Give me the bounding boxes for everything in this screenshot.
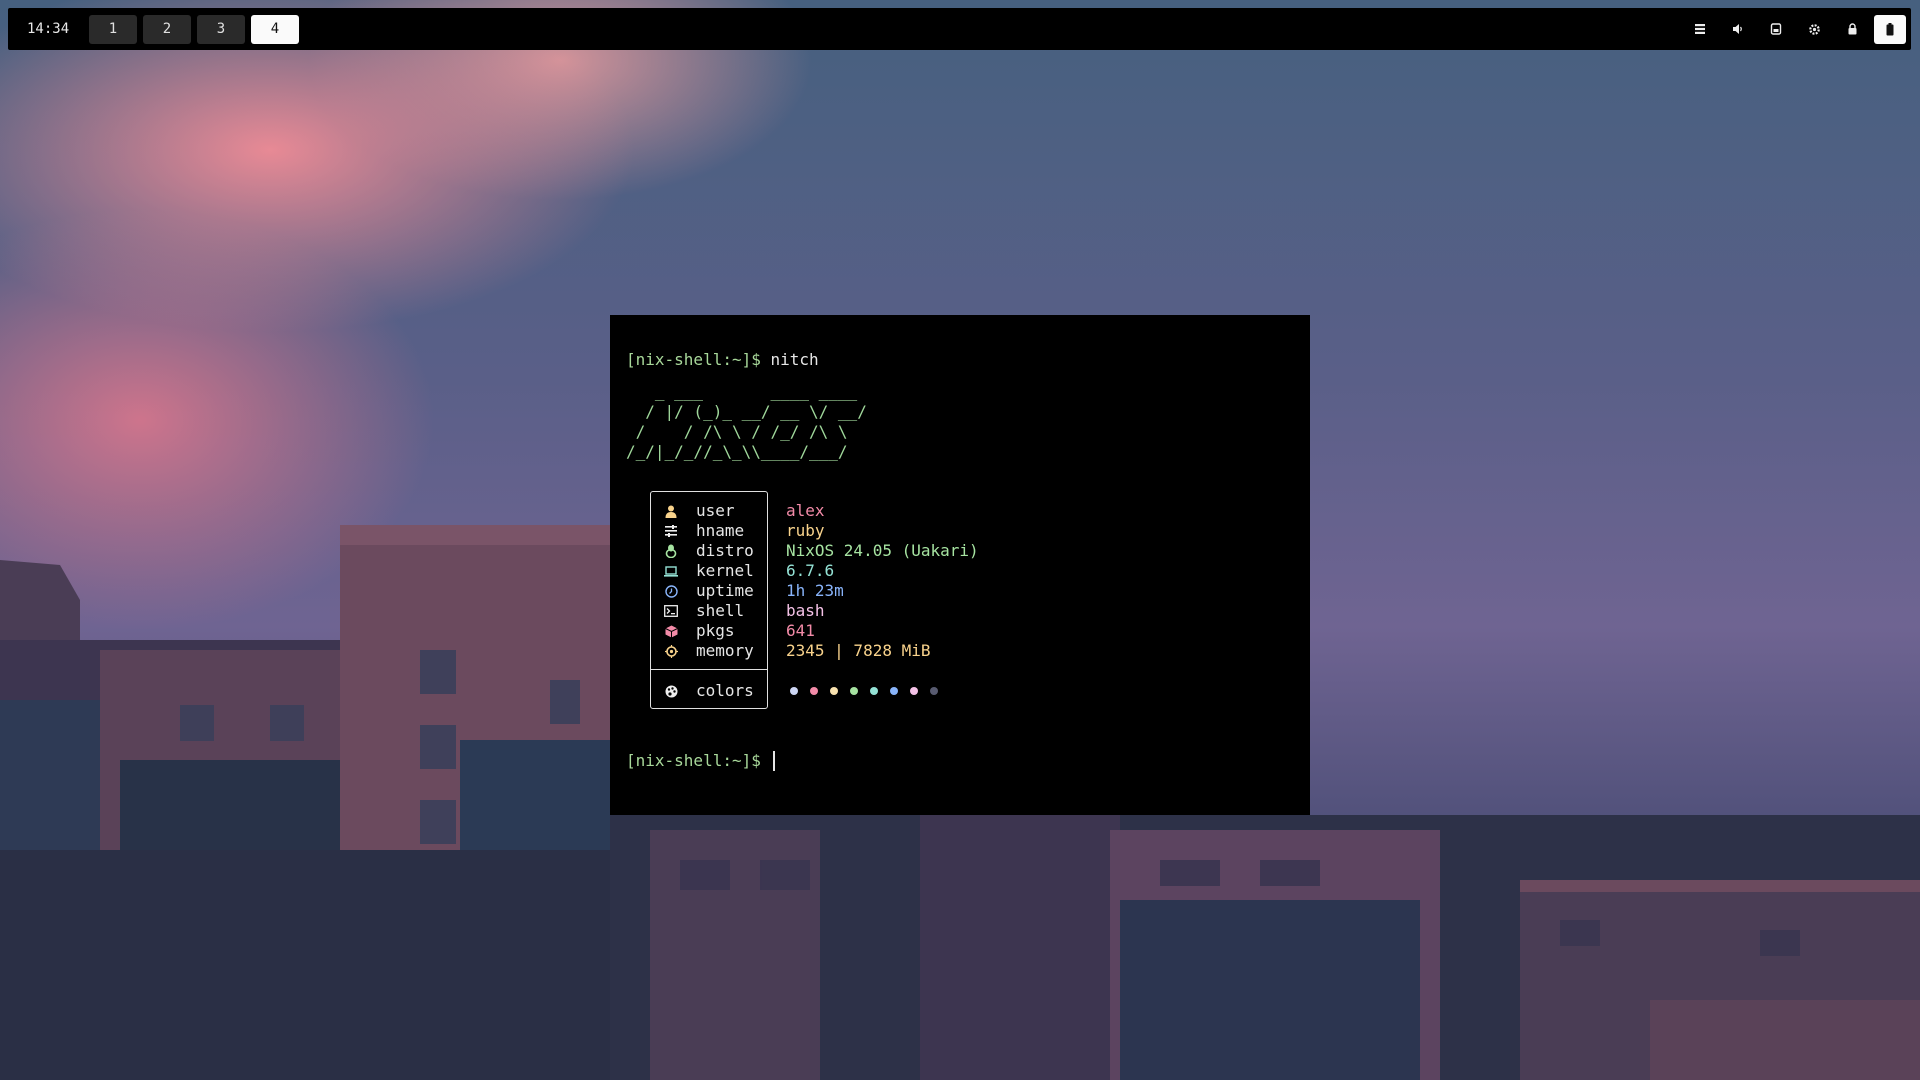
package-icon [664,625,678,637]
settings-icon [1808,23,1820,35]
screenshot-button[interactable] [1760,15,1792,44]
palette-dot [930,687,938,695]
palette-dot [830,687,838,695]
shell-prompt: [nix-shell:~]$ [626,751,761,770]
palette-dot [810,687,818,695]
menu-button[interactable] [1684,15,1716,44]
palette-dot [850,687,858,695]
workspace-button-3[interactable]: 3 [197,14,245,44]
lock-icon [1848,23,1856,35]
color-palette [790,681,950,701]
fetch-value-pkgs: 641 [786,621,815,640]
workspace-button-4[interactable]: 4 [251,14,299,44]
palette-dot [890,687,898,695]
fetch-row-memory: memory [664,641,771,661]
user-icon [665,505,677,518]
hostname-icon [665,525,677,537]
fetch-row-uptime: uptime [664,581,771,601]
volume-button[interactable] [1722,15,1754,44]
fetch-output: user hname distro kernel uptime shell pk… [626,491,1310,711]
screenshot-icon [1770,23,1782,35]
clock-icon [664,584,678,598]
fetch-value-hname: ruby [786,521,825,540]
command-text: nitch [770,350,819,369]
top-bar: 14:34 1 2 3 4 [8,8,1911,50]
fetch-row-hname: hname [664,521,771,541]
palette-dot [790,687,798,695]
fetch-value-uptime: 1h 23m [786,581,844,600]
palette-dot [870,687,878,695]
command-line: [nix-shell:~]$ nitch [626,350,1310,370]
battery-icon [1886,22,1894,35]
fetch-divider [651,669,767,670]
fetch-value-shell: bash [786,601,825,620]
laptop-icon [664,565,678,577]
memory-icon [664,644,678,658]
clock: 14:34 [27,21,70,37]
fetch-value-memory: 2345 | 7828 MiB [786,641,931,660]
active-command-line[interactable]: [nix-shell:~]$ [626,751,1310,771]
fetch-row-kernel: kernel [664,561,771,581]
battery-button[interactable] [1874,14,1906,44]
nixos-ascii-logo: _ ___ ____ ____ / |/ (_)_ __/ __ \/ __/ … [626,382,867,461]
terminal-window[interactable]: [nix-shell:~]$ nitch _ ___ ____ ____ / |… [610,315,1310,815]
system-tray [1678,14,1906,44]
fetch-row-distro: distro [664,541,771,561]
palette-icon [665,685,677,697]
volume-icon [1733,24,1742,34]
linux-icon [665,544,677,558]
fetch-row-user: user [664,501,771,521]
workspace-button-1[interactable]: 1 [89,14,137,44]
fetch-value-distro: NixOS 24.05 (Uakari) [786,541,979,560]
workspace-button-2[interactable]: 2 [143,14,191,44]
fetch-row-pkgs: pkgs [664,621,771,641]
terminal-icon [664,605,678,617]
lock-button[interactable] [1836,15,1868,44]
fetch-row-colors: colors [664,681,771,701]
text-cursor [772,751,775,771]
fetch-row-shell: shell [664,601,771,621]
menu-icon [1695,24,1705,34]
fetch-value-kernel: 6.7.6 [786,561,835,580]
fetch-value-user: alex [786,501,825,520]
palette-dot [910,687,918,695]
shell-prompt: [nix-shell:~]$ [626,350,761,369]
settings-button[interactable] [1798,15,1830,44]
